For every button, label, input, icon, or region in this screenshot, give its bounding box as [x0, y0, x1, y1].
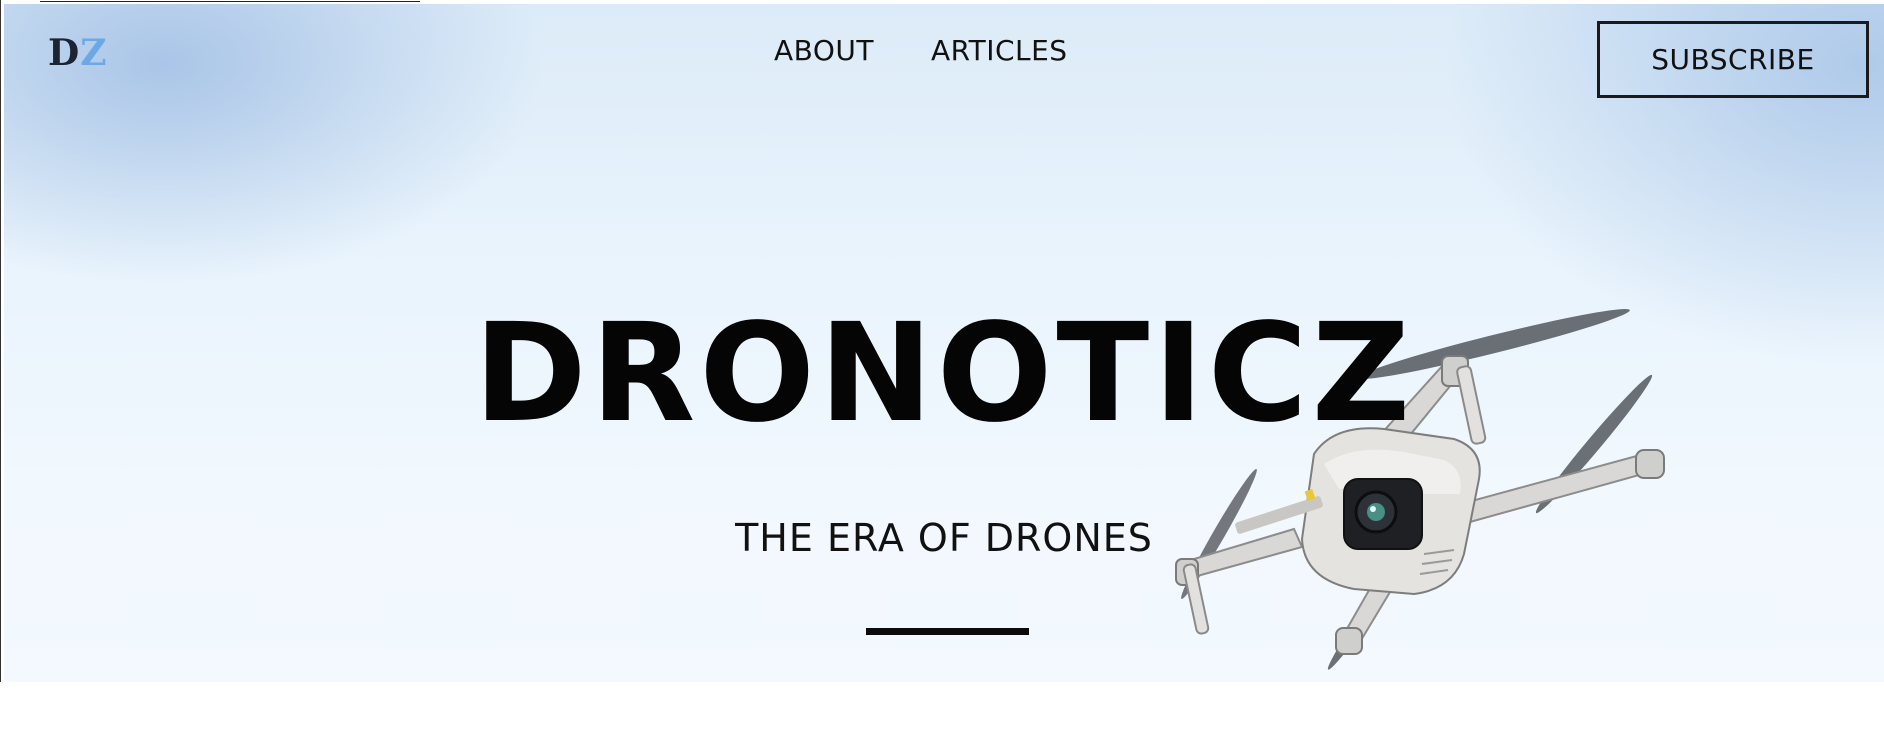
logo-letter-d: D — [48, 32, 81, 74]
main-nav: ABOUT ARTICLES — [774, 34, 1068, 67]
hero-section: DZ ABOUT ARTICLES SUBSCRIBE DRONOTICZ TH… — [4, 4, 1884, 682]
nav-link-articles[interactable]: ARTICLES — [931, 34, 1068, 67]
subscribe-button[interactable]: SUBSCRIBE — [1597, 21, 1869, 98]
hero-subtitle: THE ERA OF DRONES — [735, 516, 1153, 560]
hero-title: DRONOTICZ — [473, 295, 1415, 453]
hero-divider — [866, 628, 1029, 635]
left-border — [0, 0, 1, 682]
nav-link-about[interactable]: ABOUT — [774, 34, 874, 67]
top-border — [0, 0, 1884, 4]
site-logo[interactable]: DZ — [48, 32, 108, 74]
logo-letter-z: Z — [80, 32, 108, 74]
